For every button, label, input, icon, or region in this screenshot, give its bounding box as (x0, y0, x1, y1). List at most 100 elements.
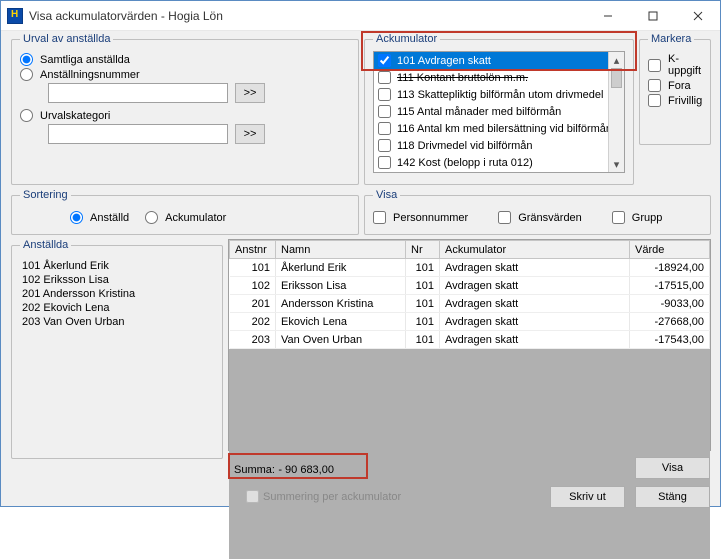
summa-value: - 90 683,00 (278, 464, 334, 476)
cell: 203 (230, 331, 276, 349)
check-grupp-label: Grupp (632, 212, 663, 224)
table-row[interactable]: 202Ekovich Lena101Avdragen skatt-27668,0… (230, 313, 710, 331)
ack-item-label: 115 Antal månader med bilförmån (397, 106, 561, 118)
cell: -17543,00 (630, 331, 710, 349)
window-buttons (585, 2, 720, 30)
employee-item[interactable]: 202 Ekovich Lena (20, 301, 214, 315)
col-varde[interactable]: Värde (630, 241, 710, 259)
ack-item-check-116[interactable] (378, 122, 391, 135)
check-kuppgift[interactable] (648, 59, 661, 72)
summa-row: Summa: - 90 683,00 (234, 462, 334, 476)
ackumulator-list[interactable]: 101 Avdragen skatt 111 Kontant bruttolön … (373, 51, 625, 173)
minimize-button[interactable] (585, 2, 630, 30)
check-frivillig[interactable] (648, 94, 661, 107)
cell: Avdragen skatt (440, 259, 630, 277)
employee-item[interactable]: 203 Van Oven Urban (20, 315, 214, 329)
table-row[interactable]: 201Andersson Kristina101Avdragen skatt-9… (230, 295, 710, 313)
sortering-legend: Sortering (20, 189, 71, 201)
cell: Ekovich Lena (276, 313, 406, 331)
scroll-up-button[interactable]: ▴ (609, 52, 624, 68)
client-area: Urval av anställda Samtliga anställda An… (1, 31, 720, 506)
employee-item[interactable]: 201 Andersson Kristina (20, 287, 214, 301)
cell: 101 (406, 277, 440, 295)
check-grupp[interactable] (612, 211, 625, 224)
cell: 101 (406, 331, 440, 349)
ack-scrollbar[interactable]: ▴ ▾ (608, 52, 624, 172)
ack-item-check-118[interactable] (378, 139, 391, 152)
radio-anstnr[interactable] (20, 68, 33, 81)
radio-urvkat-label: Urvalskategori (40, 110, 110, 122)
radio-anstnr-label: Anställningsnummer (40, 69, 140, 81)
cell: 202 (230, 313, 276, 331)
ack-item-116[interactable]: 116 Antal km med bilersättning vid bilfö… (374, 120, 608, 137)
maximize-button[interactable] (630, 2, 675, 30)
ack-item-111[interactable]: 111 Kontant bruttolön m.m. (374, 69, 608, 86)
anstallda-legend: Anställda (20, 239, 71, 251)
employee-list[interactable]: 101 Åkerlund Erik102 Eriksson Lisa201 An… (20, 257, 214, 331)
check-personnummer[interactable] (373, 211, 386, 224)
check-personnummer-label: Personnummer (393, 212, 468, 224)
cell: 101 (230, 259, 276, 277)
cell: -27668,00 (630, 313, 710, 331)
anstnr-go-button[interactable]: >> (235, 83, 265, 103)
radio-sort-anstalld[interactable] (70, 211, 83, 224)
col-namn[interactable]: Namn (276, 241, 406, 259)
table-row[interactable]: 203Van Oven Urban101Avdragen skatt-17543… (230, 331, 710, 349)
check-gransvarden[interactable] (498, 211, 511, 224)
cell: 101 (406, 313, 440, 331)
ack-item-142[interactable]: 142 Kost (belopp i ruta 012) (374, 154, 608, 171)
cell: 101 (406, 259, 440, 277)
cell: 201 (230, 295, 276, 313)
employee-item[interactable]: 101 Åkerlund Erik (20, 259, 214, 273)
table-row[interactable]: 101Åkerlund Erik101Avdragen skatt-18924,… (230, 259, 710, 277)
skriv-ut-button[interactable]: Skriv ut (550, 486, 625, 508)
ack-item-check-113[interactable] (378, 88, 391, 101)
markera-legend: Markera (648, 33, 694, 45)
check-fora[interactable] (648, 79, 661, 92)
visa-button[interactable]: Visa (635, 457, 710, 479)
radio-urvkat[interactable] (20, 109, 33, 122)
scroll-down-button[interactable]: ▾ (609, 156, 624, 172)
summering-check-row: Summering per ackumulator (246, 490, 401, 503)
ack-item-check-101[interactable] (378, 54, 391, 67)
cell: Van Oven Urban (276, 331, 406, 349)
scroll-thumb[interactable] (611, 68, 622, 88)
table-row[interactable]: 102Eriksson Lisa101Avdragen skatt-17515,… (230, 277, 710, 295)
result-grid[interactable]: Anstnr Namn Nr Ackumulator Värde 101Åker… (228, 239, 711, 451)
anstallda-group: Anställda 101 Åkerlund Erik102 Eriksson … (11, 239, 223, 459)
ack-item-check-115[interactable] (378, 105, 391, 118)
ack-item-118[interactable]: 118 Drivmedel vid bilförmån (374, 137, 608, 154)
summa-label: Summa: (234, 464, 275, 476)
cell: -9033,00 (630, 295, 710, 313)
window-title: Visa ackumulatorvärden - Hogia Lön (29, 9, 585, 23)
ack-item-label: 113 Skattepliktig bilförmån utom drivmed… (397, 89, 603, 101)
col-anstnr[interactable]: Anstnr (230, 241, 276, 259)
ack-item-115[interactable]: 115 Antal månader med bilförmån (374, 103, 608, 120)
cell: 102 (230, 277, 276, 295)
ack-item-label: 111 Kontant bruttolön m.m. (397, 72, 528, 84)
app-icon (7, 8, 23, 24)
stang-button[interactable]: Stäng (635, 486, 710, 508)
ack-item-label: 142 Kost (belopp i ruta 012) (397, 157, 533, 169)
cell: Åkerlund Erik (276, 259, 406, 277)
cell: Eriksson Lisa (276, 277, 406, 295)
ack-item-113[interactable]: 113 Skattepliktig bilförmån utom drivmed… (374, 86, 608, 103)
ack-item-check-111[interactable] (378, 71, 391, 84)
ack-item-145[interactable]: 145 Parkering (belopp i ruta 012) (374, 171, 608, 172)
close-button[interactable] (675, 2, 720, 30)
urvkat-input[interactable] (48, 124, 228, 144)
cell: Avdragen skatt (440, 277, 630, 295)
radio-sort-ackumulator[interactable] (145, 211, 158, 224)
anstnr-input[interactable] (48, 83, 228, 103)
ack-item-check-142[interactable] (378, 156, 391, 169)
cell: Avdragen skatt (440, 331, 630, 349)
col-ackumulator[interactable]: Ackumulator (440, 241, 630, 259)
check-gransvarden-label: Gränsvärden (518, 212, 582, 224)
radio-samtliga[interactable] (20, 53, 33, 66)
col-nr[interactable]: Nr (406, 241, 440, 259)
ack-item-101[interactable]: 101 Avdragen skatt (374, 52, 608, 69)
radio-sort-ackumulator-label: Ackumulator (165, 212, 226, 224)
ack-item-label: 118 Drivmedel vid bilförmån (397, 140, 533, 152)
urvkat-go-button[interactable]: >> (235, 124, 265, 144)
employee-item[interactable]: 102 Eriksson Lisa (20, 273, 214, 287)
